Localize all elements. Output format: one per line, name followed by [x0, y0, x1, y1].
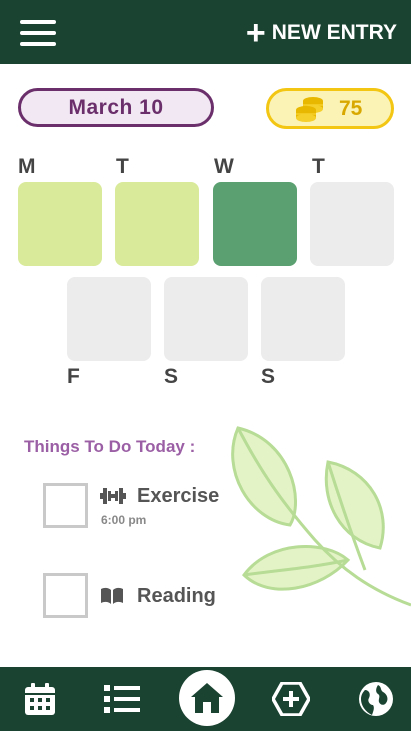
- nav-home-button[interactable]: [179, 670, 235, 726]
- nav-calendar-button[interactable]: [20, 667, 60, 731]
- coin-count: 75: [339, 96, 363, 120]
- top-bar: + NEW ENTRY: [0, 0, 411, 64]
- day-tile-thursday[interactable]: [310, 182, 394, 266]
- nav-globe-button[interactable]: [356, 667, 396, 731]
- book-icon: [101, 587, 123, 604]
- task-label-exercise: Exercise: [137, 485, 220, 507]
- new-entry-button[interactable]: + NEW ENTRY: [245, 14, 397, 52]
- day-tile-wednesday[interactable]: [213, 182, 297, 266]
- task-checkbox-exercise[interactable]: [43, 483, 88, 528]
- task-time-exercise: 6:00 pm: [101, 513, 147, 527]
- day-label-wednesday: W: [214, 155, 234, 178]
- day-label-monday: M: [18, 155, 36, 178]
- day-tile-saturday[interactable]: [164, 277, 248, 361]
- day-label-tuesday: T: [116, 155, 129, 178]
- calendar-icon: [25, 683, 55, 715]
- list-icon: [104, 685, 140, 713]
- add-icon: [272, 682, 310, 716]
- date-selector[interactable]: March 10: [18, 88, 214, 127]
- new-entry-label: NEW ENTRY: [271, 21, 397, 44]
- day-label-thursday: T: [312, 155, 325, 178]
- leaf-decoration-icon: [231, 426, 411, 607]
- day-label-saturday: S: [164, 365, 179, 388]
- day-tile-sunday[interactable]: [261, 277, 345, 361]
- dumbbell-icon: [100, 488, 126, 504]
- date-label: March 10: [68, 95, 164, 119]
- task-checkbox-reading[interactable]: [43, 573, 88, 618]
- menu-icon[interactable]: [20, 20, 56, 46]
- day-label-friday: F: [67, 365, 80, 388]
- globe-icon: [359, 682, 393, 716]
- plus-icon: +: [245, 14, 266, 52]
- coins-icon: [296, 96, 323, 122]
- day-label-sunday: S: [261, 365, 276, 388]
- task-label-reading: Reading: [137, 585, 216, 607]
- coin-balance: 75: [266, 88, 394, 129]
- nav-list-button[interactable]: [102, 667, 142, 731]
- todo-heading: Things To Do Today :: [24, 437, 196, 456]
- day-tile-tuesday[interactable]: [115, 182, 199, 266]
- day-tile-monday[interactable]: [18, 182, 102, 266]
- day-tile-friday[interactable]: [67, 277, 151, 361]
- home-icon: [191, 683, 223, 713]
- nav-add-button[interactable]: [270, 667, 312, 731]
